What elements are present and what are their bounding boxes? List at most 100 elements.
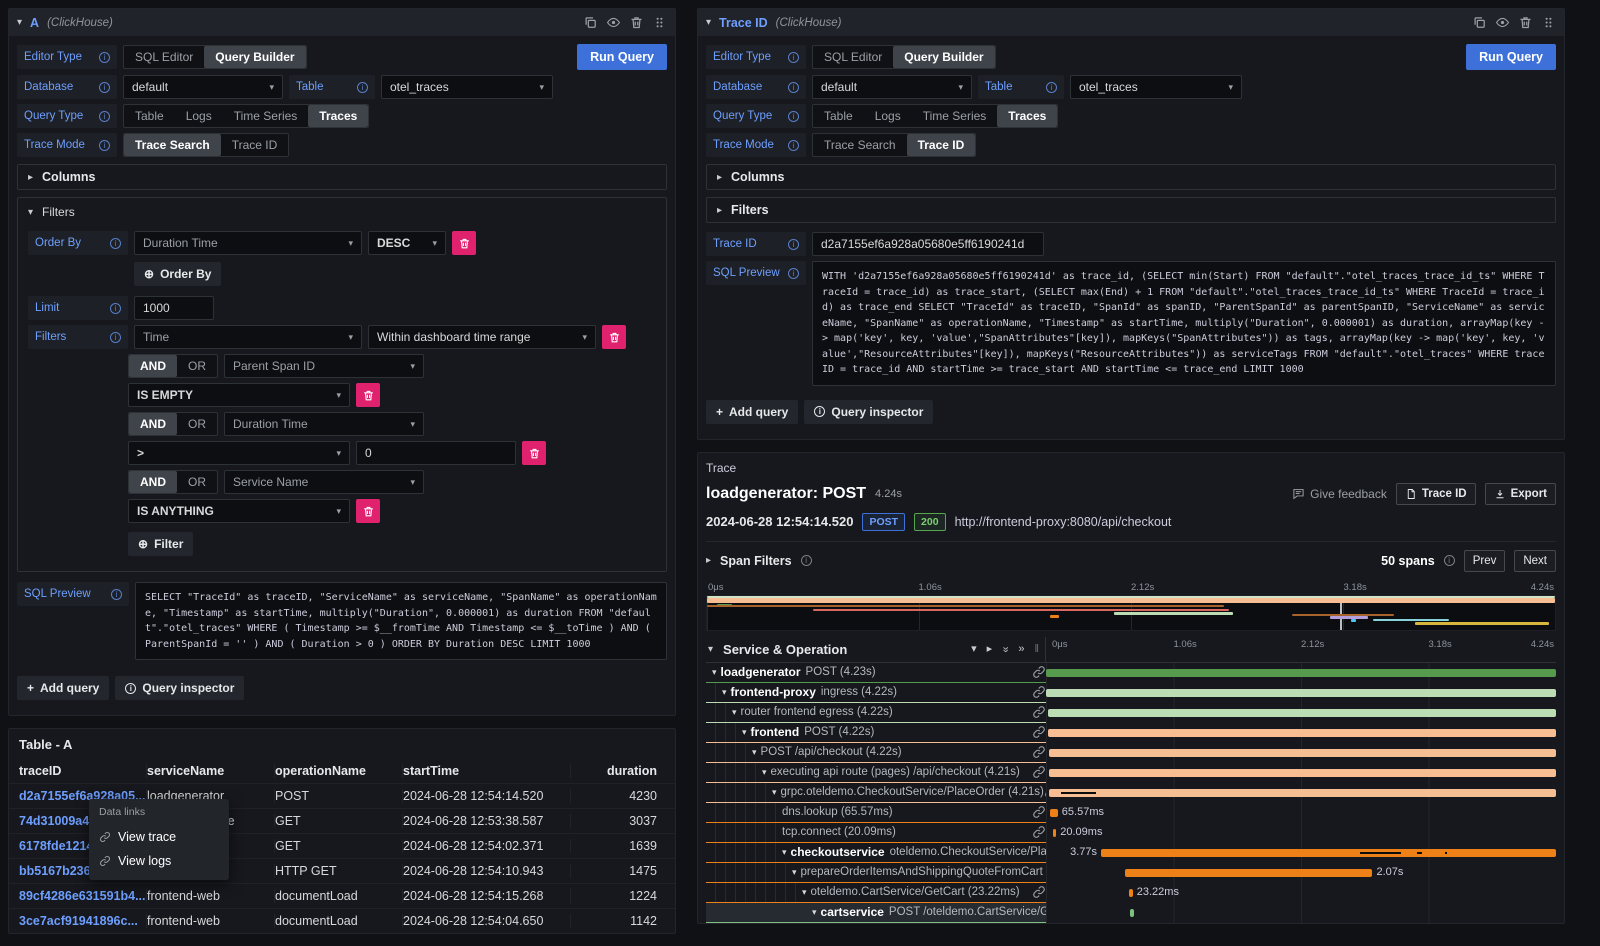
chevron-right-icon[interactable]: ▸ [706,555,711,566]
column-header[interactable]: duration [571,764,665,778]
span-link-icon[interactable] [1032,745,1046,759]
filter-field-select[interactable]: Service Name▾ [224,470,424,494]
collapse-all-icon[interactable]: » [1000,646,1011,652]
expand-chevron-icon[interactable]: ▾ [712,667,717,678]
view-trace-link[interactable]: View trace [99,825,219,849]
database-select[interactable]: default▾ [123,75,283,99]
hide-query-icon[interactable] [1495,15,1510,30]
minimap-canvas[interactable] [706,595,1556,631]
expand-chevron-icon[interactable]: ▾ [812,907,817,918]
span-bar[interactable] [1130,909,1134,917]
info-icon[interactable]: i [357,82,368,93]
trace-id-button[interactable]: Trace ID [1396,483,1476,505]
remove-order-by-button[interactable] [452,231,476,255]
span-name-cell[interactable]: ▾oteldemo.CartService/GetCart (23.22ms) [706,883,1046,903]
span-name-cell[interactable]: ▾router frontend egress (4.22s) [706,703,1046,723]
tab-table[interactable]: Table [813,105,864,127]
span-row[interactable]: dns.lookup (65.57ms)65.57ms [706,803,1556,823]
expand-chevron-icon[interactable]: ▾ [742,727,747,738]
query-inspector-button[interactable]: iQuery inspector [115,676,244,700]
span-filters-toggle[interactable]: Span Filters [720,554,792,568]
info-icon[interactable]: i [110,303,121,314]
filter-field-select[interactable]: Time▾ [134,325,362,349]
drag-handle-icon[interactable] [1541,15,1556,30]
duplicate-query-icon[interactable] [1472,15,1487,30]
hide-query-icon[interactable] [606,15,621,30]
span-row[interactable]: ▾prepareOrderItemsAndShippingQuoteFromCa… [706,863,1556,883]
span-gantt-cell[interactable] [1046,903,1556,923]
and-option[interactable]: AND [129,355,177,377]
filter-operator-select[interactable]: >▾ [128,441,350,465]
tab-time-series[interactable]: Time Series [223,105,309,127]
span-bar[interactable] [1050,809,1058,817]
expand-chevron-icon[interactable]: ▾ [722,687,727,698]
database-select[interactable]: default▾ [812,75,972,99]
span-gantt-cell[interactable] [1046,663,1556,683]
info-icon[interactable]: i [788,140,799,151]
give-feedback-link[interactable]: Give feedback [1292,487,1387,501]
tab-trace-id[interactable]: Trace ID [221,134,289,156]
filters-section-toggle[interactable]: ▾ Filters [28,205,656,219]
span-name-cell[interactable]: ▾checkoutserviceoteldemo.CheckoutService… [706,843,1046,863]
delete-query-icon[interactable] [1518,15,1533,30]
and-option[interactable]: AND [129,471,177,493]
order-by-direction-select[interactable]: DESC▾ [368,231,446,255]
tab-logs[interactable]: Logs [864,105,912,127]
expand-chevron-icon[interactable]: ▾ [732,707,737,718]
chevron-down-icon[interactable]: ▾ [708,644,713,655]
tab-trace-search[interactable]: Trace Search [813,134,907,156]
expand-chevron-icon[interactable]: ▾ [772,787,777,798]
span-link-icon[interactable] [1032,725,1046,739]
expand-chevron-icon[interactable]: ▾ [792,867,797,878]
span-bar[interactable] [1049,749,1556,757]
tab-trace-search[interactable]: Trace Search [124,134,221,156]
info-icon[interactable]: i [110,332,121,343]
run-query-button[interactable]: Run Query [577,44,667,70]
add-query-button[interactable]: +Add query [706,400,798,424]
column-header[interactable]: startTime [403,764,571,778]
info-icon[interactable]: i [801,555,812,566]
expand-chevron-icon[interactable]: ▾ [782,847,787,858]
info-icon[interactable]: i [99,140,110,151]
span-gantt-cell[interactable]: 20.09ms [1046,823,1556,843]
span-gantt-cell[interactable] [1046,743,1556,763]
span-name-cell[interactable]: ▾loadgeneratorPOST (4.23s) [706,663,1046,683]
span-name-cell[interactable]: ▾executing api route (pages) /api/checko… [706,763,1046,783]
info-icon[interactable]: i [111,589,122,600]
info-icon[interactable]: i [788,111,799,122]
span-bar[interactable] [1049,789,1556,797]
span-bar[interactable] [1048,729,1556,737]
filters-section-toggle[interactable]: ▸ Filters [706,197,1556,223]
span-bar[interactable] [1129,889,1133,897]
info-icon[interactable]: i [788,268,799,279]
span-bar[interactable] [1101,849,1556,857]
info-icon[interactable]: i [788,52,799,63]
tab-traces[interactable]: Traces [308,105,368,127]
tab-time-series[interactable]: Time Series [912,105,998,127]
tab-sql-editor[interactable]: SQL Editor [124,46,204,68]
column-header[interactable]: serviceName [147,764,275,778]
span-row[interactable]: ▾frontend-proxyingress (4.22s) [706,683,1556,703]
or-option[interactable]: OR [177,413,217,435]
limit-input[interactable]: 1000 [134,296,214,320]
span-bar[interactable] [1125,869,1372,877]
filter-field-select[interactable]: Parent Span ID▾ [224,354,424,378]
span-row[interactable]: ▾checkoutserviceoteldemo.CheckoutService… [706,843,1556,863]
span-name-cell[interactable]: ▾prepareOrderItemsAndShippingQuoteFromCa… [706,863,1046,883]
filter-value-select[interactable]: Within dashboard time range▾ [368,325,596,349]
expand-one-icon[interactable]: ▸ [987,644,993,655]
span-name-cell[interactable]: dns.lookup (65.57ms) [706,803,1046,823]
drag-handle-icon[interactable] [652,15,667,30]
tab-sql-editor[interactable]: SQL Editor [813,46,893,68]
remove-filter-button[interactable] [356,383,380,407]
collapse-panel-icon[interactable]: ▾ [706,17,711,28]
expand-chevron-icon[interactable]: ▾ [802,887,807,898]
collapse-one-icon[interactable]: ▾ [971,644,977,655]
span-gantt-cell[interactable] [1046,783,1556,803]
span-gantt-cell[interactable]: 2.07s [1046,863,1556,883]
order-by-field-select[interactable]: Duration Time▾ [134,231,362,255]
span-gantt-cell[interactable] [1046,703,1556,723]
span-bar[interactable] [1046,689,1556,697]
remove-filter-button[interactable] [602,325,626,349]
run-query-button[interactable]: Run Query [1466,44,1556,70]
